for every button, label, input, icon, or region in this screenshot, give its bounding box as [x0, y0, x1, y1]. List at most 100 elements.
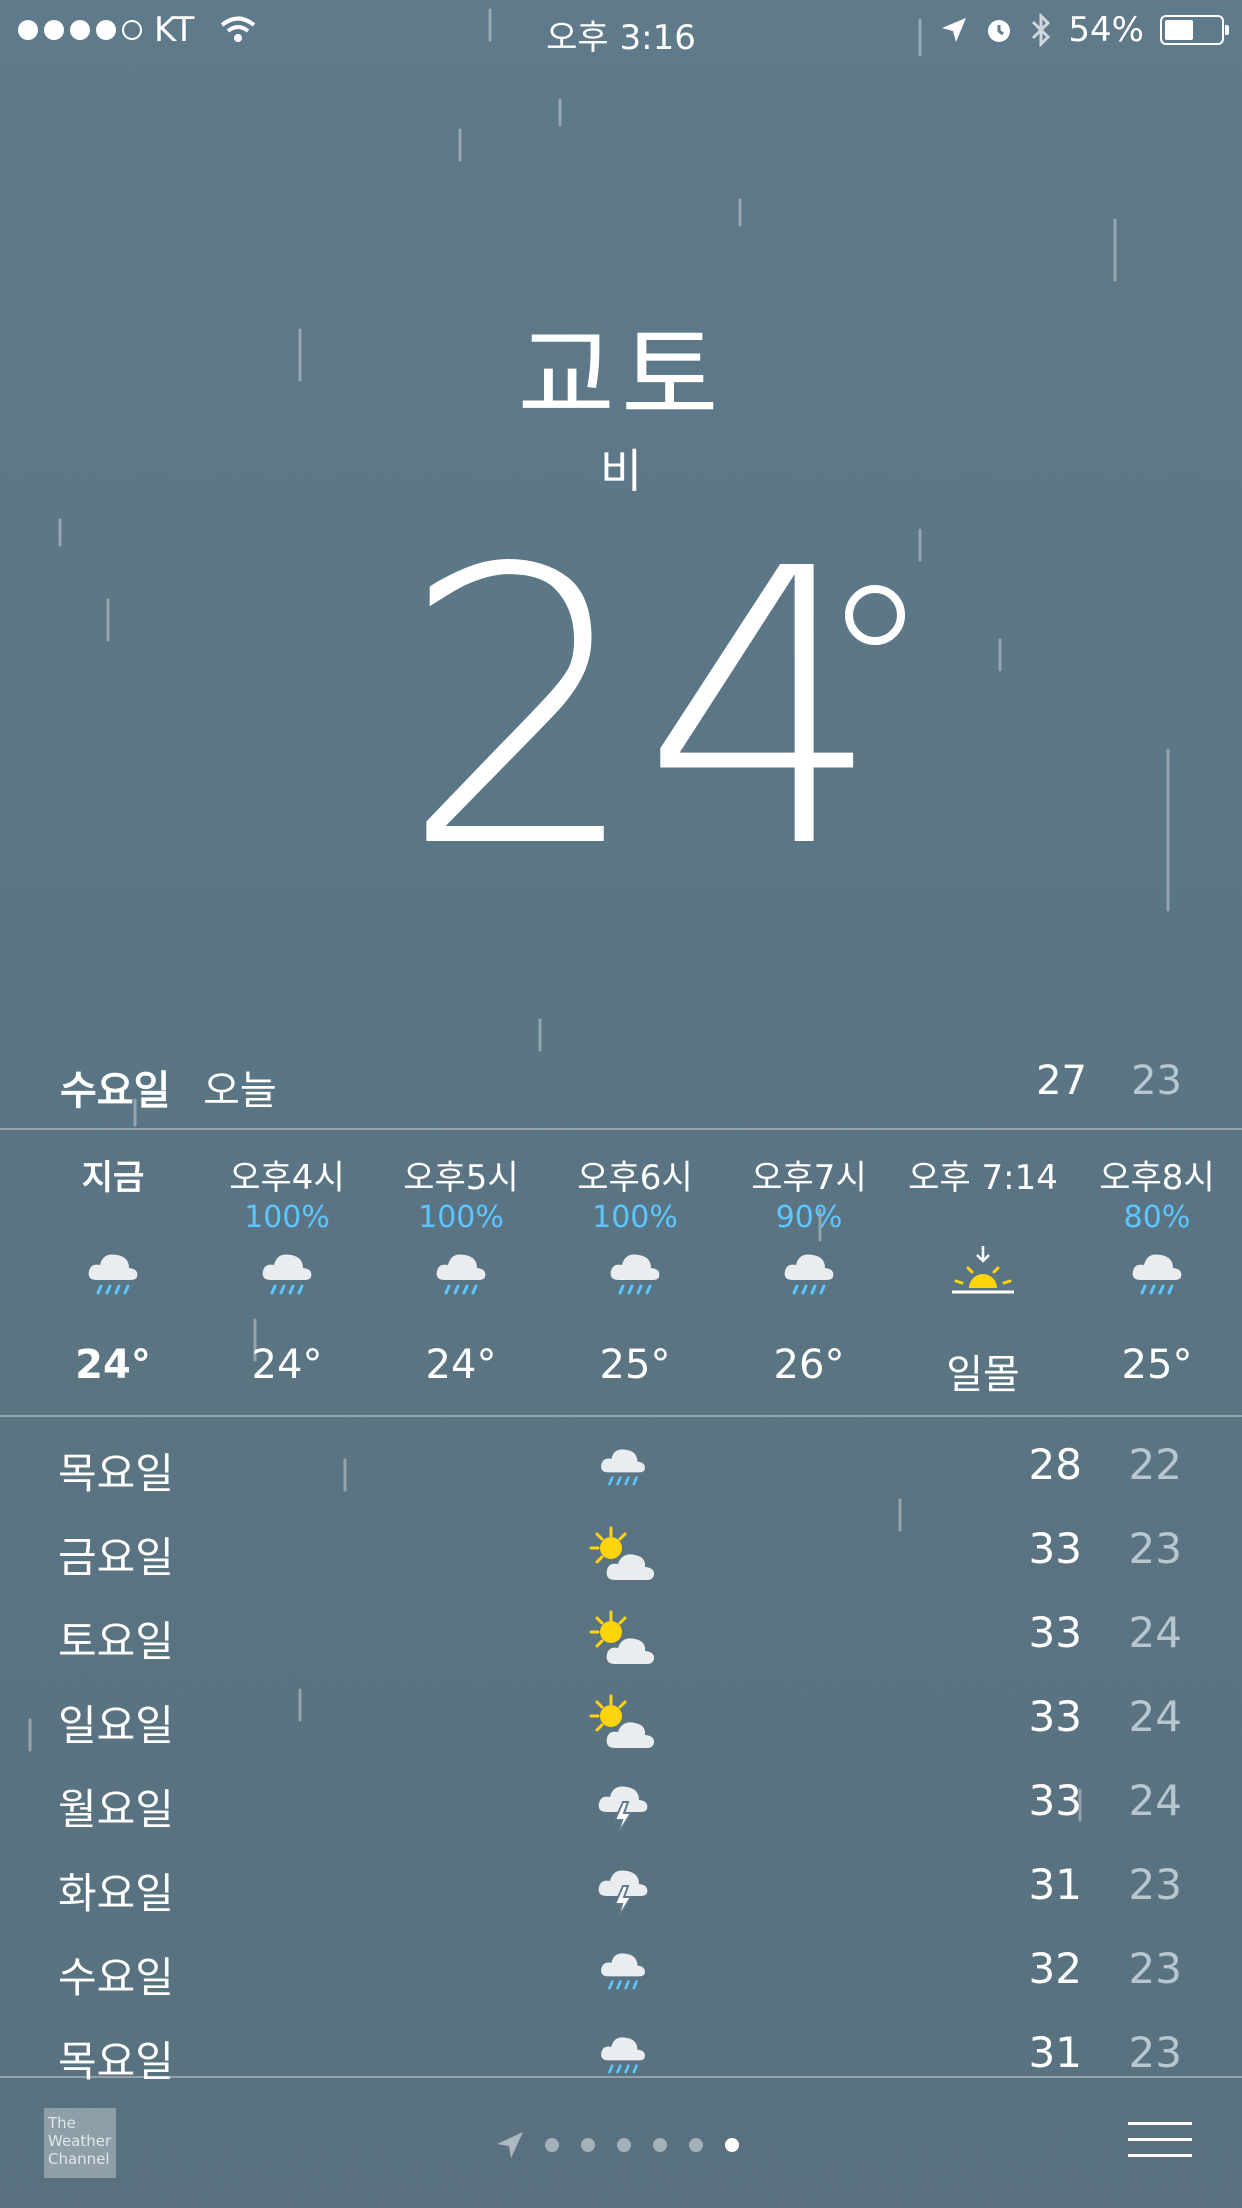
hourly-item: 지금 24°: [26, 1150, 200, 1388]
hourly-time: 오후4시: [229, 1158, 345, 1198]
hourly-item: 오후6시 100% 25°: [548, 1150, 722, 1388]
rain-cloud-icon: [601, 2037, 645, 2074]
page-indicator[interactable]: [495, 2130, 739, 2160]
sunset-icon: [952, 1246, 1014, 1294]
page-dot[interactable]: [617, 2138, 631, 2152]
battery-icon: [1160, 15, 1229, 45]
hourly-temp: 24°: [75, 1342, 151, 1388]
daily-row: 화요일 31 23: [0, 1860, 1242, 1944]
page-dot[interactable]: [581, 2138, 595, 2152]
daily-low: 24: [1128, 1692, 1182, 1741]
city-list-button[interactable]: [1128, 2122, 1192, 2162]
daily-low: 23: [1128, 1524, 1182, 1573]
hourly-time: 지금: [81, 1158, 145, 1198]
hourly-precip: 100%: [244, 1200, 330, 1235]
hourly-precip: [26, 1200, 200, 1244]
hourly-time: 오후6시: [577, 1158, 693, 1198]
daily-high: 31: [1028, 1860, 1082, 1909]
hourly-precip: 100%: [418, 1200, 504, 1235]
hourly-temp: 25°: [1121, 1342, 1193, 1388]
daily-day: 금요일: [58, 1533, 174, 1582]
daily-low: 24: [1128, 1608, 1182, 1657]
alarm-icon: [988, 20, 1011, 42]
rain-cloud-icon: [436, 1254, 486, 1295]
today-summary: 수요일 오늘 27 23: [60, 1058, 1182, 1114]
rain-cloud-icon: [784, 1254, 834, 1295]
today-high: 27: [1036, 1058, 1087, 1104]
daily-row: 토요일 33 24: [0, 1608, 1242, 1692]
thunderstorm-icon: [598, 1786, 648, 1835]
daily-row: 금요일 33 23: [0, 1524, 1242, 1608]
daily-low: 24: [1128, 1776, 1182, 1825]
divider: [0, 1128, 1242, 1130]
daily-high: 33: [1028, 1608, 1082, 1657]
daily-low: 23: [1128, 2028, 1182, 2077]
page-dot[interactable]: [689, 2138, 703, 2152]
hourly-item: 오후7시 90% 26°: [722, 1150, 896, 1388]
hourly-precip: 100%: [592, 1200, 678, 1235]
daily-forecast[interactable]: 목요일 28 22 금요일 33 23 토요일 33 24 일요일 33 24 …: [0, 1440, 1242, 2080]
thunderstorm-icon: [598, 1870, 648, 1919]
rain-cloud-icon: [1132, 1254, 1182, 1295]
hourly-temp: 26°: [773, 1342, 845, 1388]
daily-day: 목요일: [58, 1449, 174, 1498]
daily-day: 목요일: [58, 2037, 174, 2080]
bluetooth-icon: [1032, 13, 1051, 47]
daily-low: 23: [1128, 1860, 1182, 1909]
page-dot[interactable]: [653, 2138, 667, 2152]
hourly-precip: [896, 1200, 1070, 1244]
daily-low: 22: [1128, 1440, 1182, 1489]
rain-cloud-icon: [601, 1953, 645, 1990]
page-dot[interactable]: [725, 2138, 739, 2152]
partly-sunny-icon: [589, 1526, 655, 1580]
daily-low: 23: [1128, 1944, 1182, 1993]
daily-day: 수요일: [58, 1953, 174, 2002]
rain-cloud-icon: [88, 1254, 138, 1295]
daily-day: 화요일: [58, 1869, 174, 1918]
daily-day: 일요일: [58, 1701, 174, 1750]
rain-cloud-icon: [601, 1449, 645, 1486]
city-name: 교토: [517, 315, 725, 438]
hourly-temp: 24°: [251, 1342, 323, 1388]
partly-sunny-icon: [589, 1610, 655, 1664]
divider: [0, 1415, 1242, 1417]
daily-day: 월요일: [58, 1785, 174, 1834]
today-low: 23: [1131, 1058, 1182, 1104]
hourly-time: 오후 7:14: [908, 1158, 1058, 1198]
daily-high: 33: [1028, 1524, 1082, 1573]
location-arrow-icon: [497, 2132, 523, 2158]
daily-high: 33: [1028, 1692, 1082, 1741]
status-bar: KT 오후 3:16 54%: [0, 0, 1242, 60]
hourly-item: 오후8시 80% 25°: [1070, 1150, 1242, 1388]
footer-bar: The Weather Channel: [0, 2078, 1242, 2208]
hourly-temp: 24°: [425, 1342, 497, 1388]
hourly-precip: 90%: [775, 1200, 843, 1235]
daily-high: 31: [1028, 2028, 1082, 2077]
rain-cloud-icon: [610, 1254, 660, 1295]
hourly-temp: 일몰: [946, 1352, 1020, 1398]
hourly-time: 오후8시: [1099, 1158, 1215, 1198]
page-dot[interactable]: [545, 2138, 559, 2152]
current-temperature: 24: [400, 488, 884, 931]
daily-high: 32: [1028, 1944, 1082, 1993]
location-arrow-icon: [942, 18, 967, 42]
daily-day: 토요일: [58, 1617, 174, 1666]
hourly-forecast[interactable]: 지금 24° 오후4시 100% 24° 오후5시 100% 24° 오후6시 100…: [0, 1150, 1242, 1410]
hourly-time: 오후7시: [751, 1158, 867, 1198]
hourly-item: 오후 7:14 일몰: [896, 1150, 1070, 1400]
today-label: 오늘: [203, 1068, 277, 1114]
hourly-time: 오후5시: [403, 1158, 519, 1198]
daily-row: 수요일 32 23: [0, 1944, 1242, 2028]
rain-cloud-icon: [262, 1254, 312, 1295]
daily-row: 목요일 31 23: [0, 2028, 1242, 2080]
daily-high: 33: [1028, 1776, 1082, 1825]
weather-channel-logo[interactable]: The Weather Channel: [44, 2108, 116, 2178]
degree-symbol: [845, 585, 905, 645]
daily-row: 목요일 28 22: [0, 1440, 1242, 1524]
status-right: 54%: [940, 10, 1229, 50]
daily-row: 월요일 33 24: [0, 1776, 1242, 1860]
hourly-temp: 25°: [599, 1342, 671, 1388]
daily-row: 일요일 33 24: [0, 1692, 1242, 1776]
hourly-precip: 80%: [1123, 1200, 1191, 1235]
hourly-item: 오후5시 100% 24°: [374, 1150, 548, 1388]
